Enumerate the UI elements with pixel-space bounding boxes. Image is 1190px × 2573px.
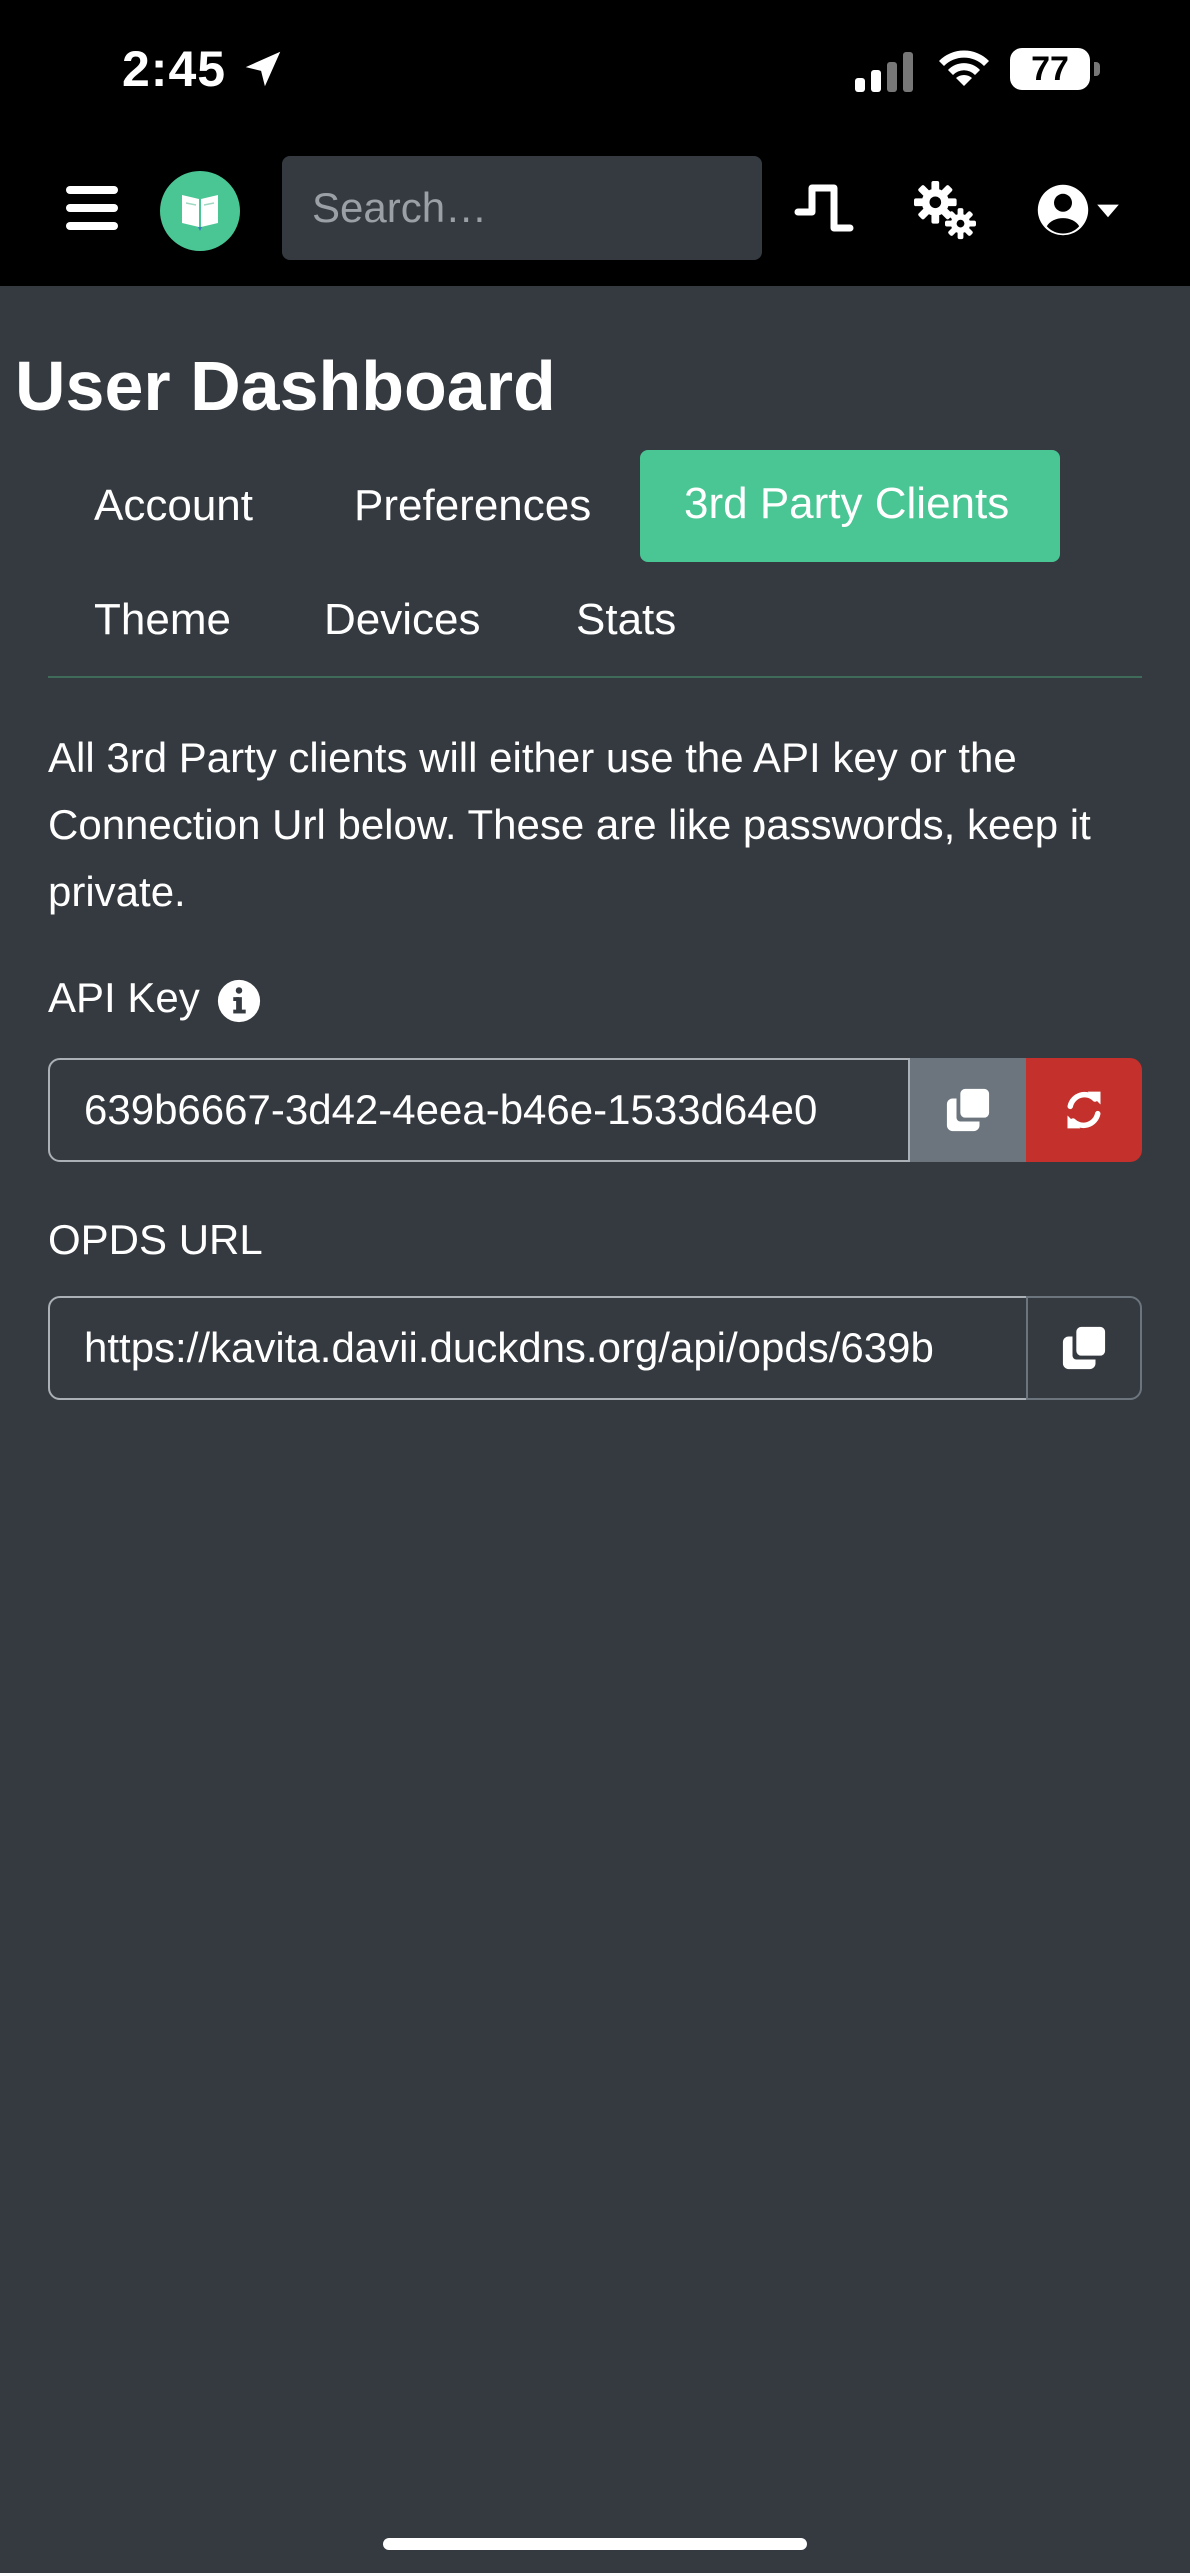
settings-icon[interactable] xyxy=(914,180,976,240)
status-bar: 2:45 77 xyxy=(0,0,1190,140)
tab-theme[interactable]: Theme xyxy=(46,566,279,674)
search-input[interactable] xyxy=(282,156,762,260)
menu-icon[interactable] xyxy=(66,186,118,230)
book-icon xyxy=(182,195,218,231)
copy-icon xyxy=(946,1088,990,1132)
api-key-label: API Key xyxy=(48,974,200,1021)
user-menu-icon[interactable] xyxy=(1036,183,1126,237)
battery-tip xyxy=(1094,62,1100,76)
reset-api-key-button[interactable] xyxy=(1026,1058,1142,1162)
tab-preferences[interactable]: Preferences xyxy=(306,452,639,560)
description-text: All 3rd Party clients will either use th… xyxy=(48,734,1091,915)
copy-opds-url-button[interactable] xyxy=(1026,1296,1142,1400)
cellular-signal-icon xyxy=(855,52,913,92)
tab-devices[interactable]: Devices xyxy=(276,566,529,674)
book-logo[interactable] xyxy=(160,171,240,251)
opds-url-field[interactable]: https://kavita.davii.duckdns.org/api/opd… xyxy=(48,1296,1028,1400)
home-indicator[interactable] xyxy=(383,2538,807,2550)
activity-icon[interactable] xyxy=(794,180,854,236)
battery-icon: 77 xyxy=(1010,48,1100,92)
refresh-icon xyxy=(1067,1091,1101,1129)
status-time: 2:45 xyxy=(122,41,227,97)
wifi-icon xyxy=(939,50,989,86)
tab-stats[interactable]: Stats xyxy=(528,566,724,674)
opds-url-label: OPDS URL xyxy=(48,1216,263,1263)
copy-api-key-button[interactable] xyxy=(910,1058,1026,1162)
tab-account[interactable]: Account xyxy=(46,452,301,560)
copy-icon xyxy=(1062,1326,1106,1370)
tab-3rd-party-clients[interactable]: 3rd Party Clients xyxy=(640,450,1060,562)
info-icon[interactable] xyxy=(216,978,262,1024)
location-arrow-icon xyxy=(245,51,281,87)
battery-level: 77 xyxy=(1010,48,1090,90)
tabs-divider xyxy=(48,676,1142,678)
api-key-field[interactable]: 639b6667-3d42-4eea-b46e-1533d64e0 xyxy=(48,1058,910,1162)
page-title: User Dashboard xyxy=(15,347,556,425)
